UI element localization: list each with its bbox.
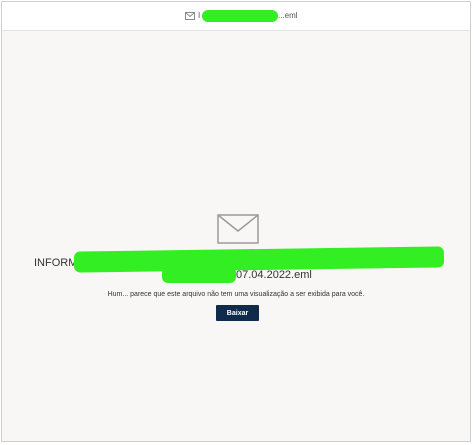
file-preview-window: I ...eml INFORM 07.04.2022.eml Hum... pa…: [1, 1, 471, 442]
title-redaction: [202, 10, 278, 22]
file-name-end: 07.04.2022.eml: [236, 269, 312, 281]
download-button[interactable]: Baixar: [216, 305, 259, 321]
envelope-icon: [217, 214, 259, 244]
title-bar: I ...eml: [2, 2, 470, 31]
preview-area: INFORM 07.04.2022.eml Hum... parece que …: [2, 31, 470, 441]
file-title-suffix: ...eml: [278, 11, 298, 20]
mail-icon: [185, 12, 195, 20]
file-title-prefix: I: [198, 11, 201, 20]
file-name-start: INFORM: [34, 257, 78, 269]
no-preview-message: Hum... parece que este arquivo não tem u…: [107, 291, 365, 298]
file-name-redaction-2: [162, 267, 236, 283]
